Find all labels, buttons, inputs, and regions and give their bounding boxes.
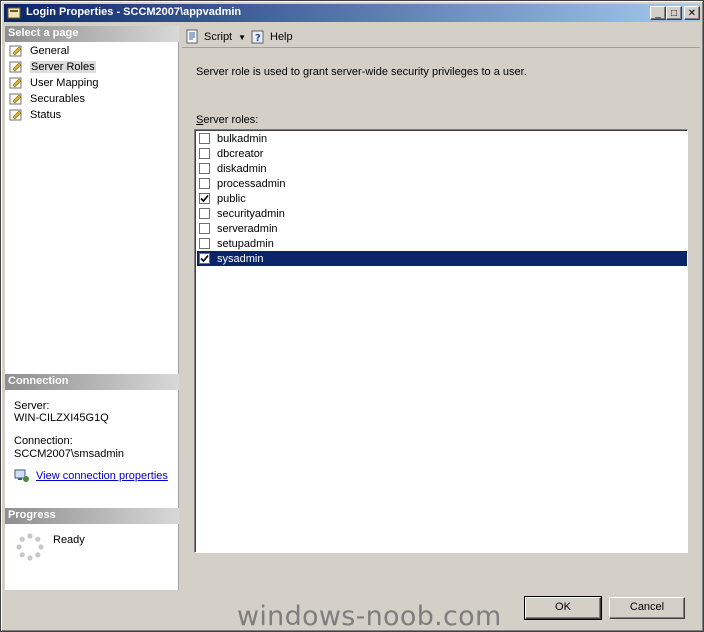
left-panel: Select a page General Server Roles User … bbox=[5, 26, 179, 590]
view-connection-properties-link[interactable]: View connection properties bbox=[14, 469, 168, 483]
page-item-label: Status bbox=[30, 109, 62, 121]
ok-button[interactable]: OK bbox=[524, 596, 602, 620]
connection-properties-icon bbox=[14, 469, 29, 482]
close-button[interactable]: ✕ bbox=[684, 6, 700, 20]
page-icon bbox=[9, 77, 22, 89]
role-checkbox[interactable] bbox=[199, 193, 210, 204]
role-name: securityadmin bbox=[217, 207, 285, 220]
toolbar: Script ▼ ? Help bbox=[182, 26, 700, 48]
view-connection-properties-text[interactable]: View connection properties bbox=[36, 470, 168, 482]
role-row-securityadmin[interactable]: securityadmin bbox=[197, 206, 687, 221]
script-button[interactable]: Script ▼ bbox=[184, 28, 246, 46]
connection-header: Connection bbox=[5, 374, 179, 390]
watermark-text: windows-noob.com bbox=[237, 601, 502, 632]
role-name: processadmin bbox=[217, 177, 286, 190]
role-row-serveradmin[interactable]: serveradmin bbox=[197, 221, 687, 236]
role-checkbox[interactable] bbox=[199, 163, 210, 174]
role-row-bulkadmin[interactable]: bulkadmin bbox=[197, 131, 687, 146]
login-properties-icon bbox=[7, 7, 21, 19]
role-name: serveradmin bbox=[217, 222, 278, 235]
script-label: Script bbox=[204, 31, 233, 43]
server-value: WIN-CILZXI45G1Q bbox=[14, 412, 109, 424]
svg-text:?: ? bbox=[255, 33, 261, 44]
server-roles-label-text: erver roles: bbox=[203, 114, 259, 126]
role-checkbox[interactable] bbox=[199, 178, 210, 189]
page-item-label: General bbox=[30, 45, 70, 57]
login-properties-window: Login Properties - SCCM2007\appvadmin _ … bbox=[0, 0, 704, 632]
role-checkbox[interactable] bbox=[199, 148, 210, 159]
page-item-label: Securables bbox=[30, 93, 86, 105]
page-item-user-mapping[interactable]: User Mapping bbox=[8, 75, 176, 91]
title-bar[interactable]: Login Properties - SCCM2007\appvadmin _ … bbox=[4, 4, 700, 22]
page-item-status[interactable]: Status bbox=[8, 107, 176, 123]
role-row-sysadmin[interactable]: sysadmin bbox=[197, 251, 687, 266]
role-checkbox[interactable] bbox=[199, 208, 210, 219]
role-row-dbcreator[interactable]: dbcreator bbox=[197, 146, 687, 161]
role-name: bulkadmin bbox=[217, 132, 268, 145]
help-label: Help bbox=[270, 31, 293, 43]
role-row-public[interactable]: public bbox=[197, 191, 687, 206]
script-icon bbox=[186, 29, 198, 44]
maximize-button[interactable]: □ bbox=[666, 6, 682, 20]
page-icon bbox=[9, 61, 22, 73]
connection-value: SCCM2007\smsadmin bbox=[14, 448, 125, 460]
role-checkbox[interactable] bbox=[199, 238, 210, 249]
page-item-server-roles[interactable]: Server Roles bbox=[8, 59, 176, 75]
role-row-diskadmin[interactable]: diskadmin bbox=[197, 161, 687, 176]
page-icon bbox=[9, 109, 22, 121]
window-title: Login Properties - SCCM2007\appvadmin bbox=[26, 6, 242, 18]
select-page-header: Select a page bbox=[5, 26, 179, 42]
role-checkbox[interactable] bbox=[199, 253, 210, 264]
progress-spinner-icon bbox=[16, 533, 44, 561]
role-checkbox[interactable] bbox=[199, 223, 210, 234]
role-name: public bbox=[217, 192, 246, 205]
role-checkbox[interactable] bbox=[199, 133, 210, 144]
role-row-setupadmin[interactable]: setupadmin bbox=[197, 236, 687, 251]
role-name: dbcreator bbox=[217, 147, 264, 160]
page-item-label: User Mapping bbox=[30, 77, 99, 89]
page-item-label: Server Roles bbox=[30, 61, 96, 73]
minimize-button[interactable]: _ bbox=[650, 6, 666, 20]
server-label: Server: bbox=[14, 400, 50, 412]
connection-label: Connection: bbox=[14, 435, 73, 447]
server-roles-list[interactable]: bulkadmin dbcreator diskadmin processadmin p… bbox=[194, 129, 688, 553]
role-row-processadmin[interactable]: processadmin bbox=[197, 176, 687, 191]
help-icon: ? bbox=[251, 30, 264, 44]
dropdown-caret-icon[interactable]: ▼ bbox=[238, 33, 246, 42]
role-name: diskadmin bbox=[217, 162, 267, 175]
progress-status: Ready bbox=[53, 534, 85, 546]
page-item-general[interactable]: General bbox=[8, 43, 176, 59]
server-roles-label: Server roles: bbox=[196, 114, 258, 126]
page-icon bbox=[9, 93, 22, 105]
page-description: Server role is used to grant server-wide… bbox=[196, 66, 527, 78]
progress-header: Progress bbox=[5, 508, 179, 524]
role-name: sysadmin bbox=[217, 252, 264, 265]
cancel-button[interactable]: Cancel bbox=[609, 597, 685, 619]
help-button[interactable]: ? Help bbox=[250, 28, 293, 46]
page-icon bbox=[9, 45, 22, 57]
page-item-securables[interactable]: Securables bbox=[8, 91, 176, 107]
role-name: setupadmin bbox=[217, 237, 274, 250]
